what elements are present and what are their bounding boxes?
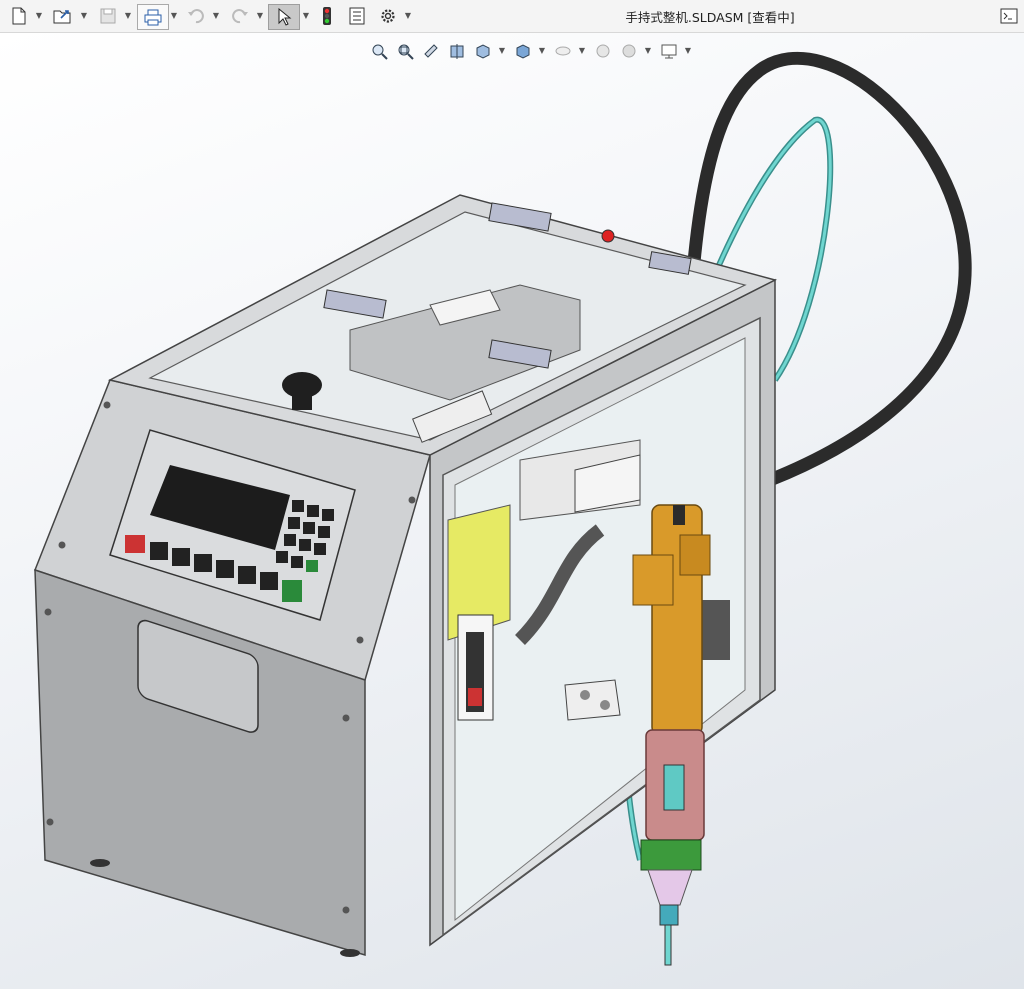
chevron-down-icon[interactable]: ▼ <box>538 44 546 56</box>
command-prompt-icon[interactable] <box>998 4 1020 28</box>
view-settings-icon[interactable] <box>658 40 680 62</box>
chevron-down-icon[interactable]: ▼ <box>212 9 220 21</box>
new-document-icon[interactable] <box>8 4 30 28</box>
chevron-down-icon[interactable]: ▼ <box>302 9 310 21</box>
chevron-down-icon[interactable]: ▼ <box>404 9 412 21</box>
chevron-down-icon[interactable]: ▼ <box>684 44 692 56</box>
chevron-down-icon[interactable]: ▼ <box>256 9 264 21</box>
chevron-down-icon[interactable]: ▼ <box>644 44 652 56</box>
file-properties-icon[interactable] <box>345 4 369 28</box>
chevron-down-icon[interactable]: ▼ <box>170 9 178 21</box>
window-title: 手持式整机.SLDASM [查看中] <box>625 10 795 25</box>
select-pointer-icon[interactable] <box>268 4 300 30</box>
section-view-icon[interactable] <box>446 40 468 62</box>
save-icon[interactable] <box>96 4 120 28</box>
scene-icon[interactable] <box>618 40 640 62</box>
previous-view-icon[interactable] <box>420 40 442 62</box>
chevron-down-icon[interactable]: ▼ <box>80 9 88 21</box>
chevron-down-icon[interactable]: ▼ <box>578 44 586 56</box>
undo-icon[interactable] <box>184 4 208 28</box>
hide-show-icon[interactable] <box>552 40 574 62</box>
view-toolbar: ▼ ▼ ▼ ▼ ▼ <box>366 38 696 64</box>
options-gear-icon[interactable] <box>376 4 400 28</box>
zoom-to-fit-icon[interactable] <box>368 40 390 62</box>
zoom-area-icon[interactable] <box>394 40 416 62</box>
display-style-icon[interactable] <box>512 40 534 62</box>
redo-icon[interactable] <box>228 4 252 28</box>
open-icon[interactable] <box>50 4 76 28</box>
machine-model <box>34 51 972 966</box>
appearance-icon[interactable] <box>592 40 614 62</box>
print-icon[interactable] <box>137 4 169 30</box>
traffic-light-icon[interactable] <box>318 4 336 28</box>
graphics-area[interactable] <box>0 33 1024 989</box>
chevron-down-icon[interactable]: ▼ <box>124 9 132 21</box>
title-bar: ▼ ▼ ▼ ▼ ▼ ▼ ▼ ▼ 手持式整机.SLDASM [查看中] <box>0 0 1024 33</box>
chevron-down-icon[interactable]: ▼ <box>498 44 506 56</box>
view-orientation-icon[interactable] <box>472 40 494 62</box>
chevron-down-icon[interactable]: ▼ <box>35 9 43 21</box>
